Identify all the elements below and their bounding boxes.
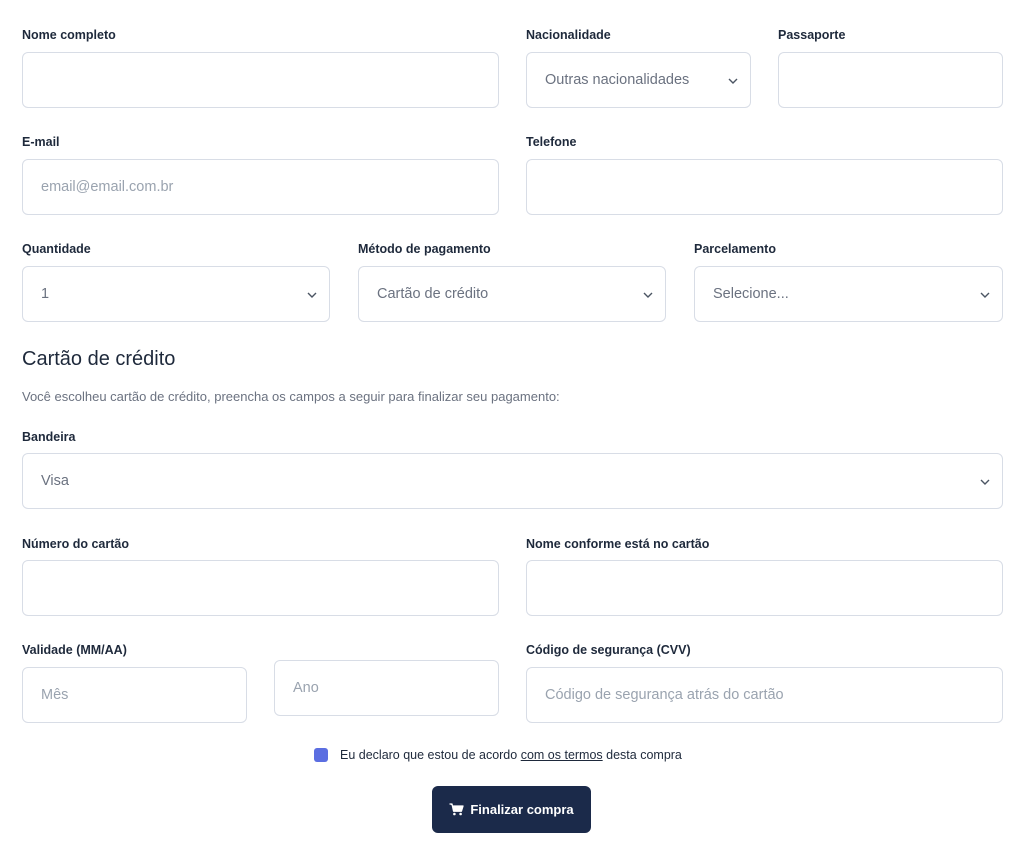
nacionalidade-label: Nacionalidade <box>526 28 611 42</box>
finalizar-compra-label: Finalizar compra <box>470 802 574 817</box>
email-input[interactable]: email@email.com.br <box>22 159 499 215</box>
quantidade-select[interactable]: 1 <box>22 266 330 322</box>
chevron-down-icon <box>728 78 738 84</box>
metodo-pagamento-label: Método de pagamento <box>358 242 491 256</box>
email-placeholder: email@email.com.br <box>41 179 174 195</box>
passaporte-label: Passaporte <box>778 28 846 42</box>
telefone-input[interactable] <box>526 159 1003 215</box>
telefone-label: Telefone <box>526 135 577 149</box>
quantidade-value: 1 <box>41 286 50 302</box>
nome-cartao-label: Nome conforme está no cartão <box>526 537 710 551</box>
bandeira-label: Bandeira <box>22 430 76 444</box>
parcelamento-value: Selecione... <box>713 286 789 302</box>
cart-icon <box>449 803 464 816</box>
terms-text-before: Eu declaro que estou de acordo <box>340 748 518 762</box>
email-label: E-mail <box>22 135 60 149</box>
validade-mes-input[interactable]: Mês <box>22 667 247 723</box>
finalizar-compra-button[interactable]: Finalizar compra <box>432 786 591 833</box>
nome-cartao-input[interactable] <box>526 560 1003 616</box>
chevron-down-icon <box>307 292 317 298</box>
credit-card-description: Você escolheu cartão de crédito, preench… <box>22 389 560 404</box>
terms-link[interactable]: com os termos <box>521 748 603 762</box>
chevron-down-icon <box>980 479 990 485</box>
metodo-pagamento-select[interactable]: Cartão de crédito <box>358 266 666 322</box>
chevron-down-icon <box>980 292 990 298</box>
cvv-label: Código de segurança (CVV) <box>526 643 691 657</box>
cvv-placeholder: Código de segurança atrás do cartão <box>545 687 784 703</box>
nome-completo-label: Nome completo <box>22 28 116 42</box>
quantidade-label: Quantidade <box>22 242 91 256</box>
nacionalidade-select[interactable]: Outras nacionalidades <box>526 52 751 108</box>
parcelamento-select[interactable]: Selecione... <box>694 266 1003 322</box>
validade-ano-input[interactable]: Ano <box>274 660 499 716</box>
terms-text-after: desta compra <box>606 748 682 762</box>
validade-label: Validade (MM/AA) <box>22 643 127 657</box>
cvv-input[interactable]: Código de segurança atrás do cartão <box>526 667 1003 723</box>
mes-placeholder: Mês <box>41 687 69 703</box>
bandeira-value: Visa <box>41 473 69 489</box>
numero-cartao-label: Número do cartão <box>22 537 129 551</box>
numero-cartao-input[interactable] <box>22 560 499 616</box>
nacionalidade-value: Outras nacionalidades <box>545 72 690 88</box>
chevron-down-icon <box>643 292 653 298</box>
parcelamento-label: Parcelamento <box>694 242 776 256</box>
terms-checkbox[interactable] <box>314 748 328 762</box>
nome-completo-input[interactable] <box>22 52 499 108</box>
ano-placeholder: Ano <box>293 680 319 696</box>
passaporte-input[interactable] <box>778 52 1003 108</box>
bandeira-select[interactable]: Visa <box>22 453 1003 509</box>
terms-row: Eu declaro que estou de acordo com os te… <box>314 748 682 762</box>
credit-card-title: Cartão de crédito <box>22 348 176 370</box>
metodo-pagamento-value: Cartão de crédito <box>377 286 489 302</box>
